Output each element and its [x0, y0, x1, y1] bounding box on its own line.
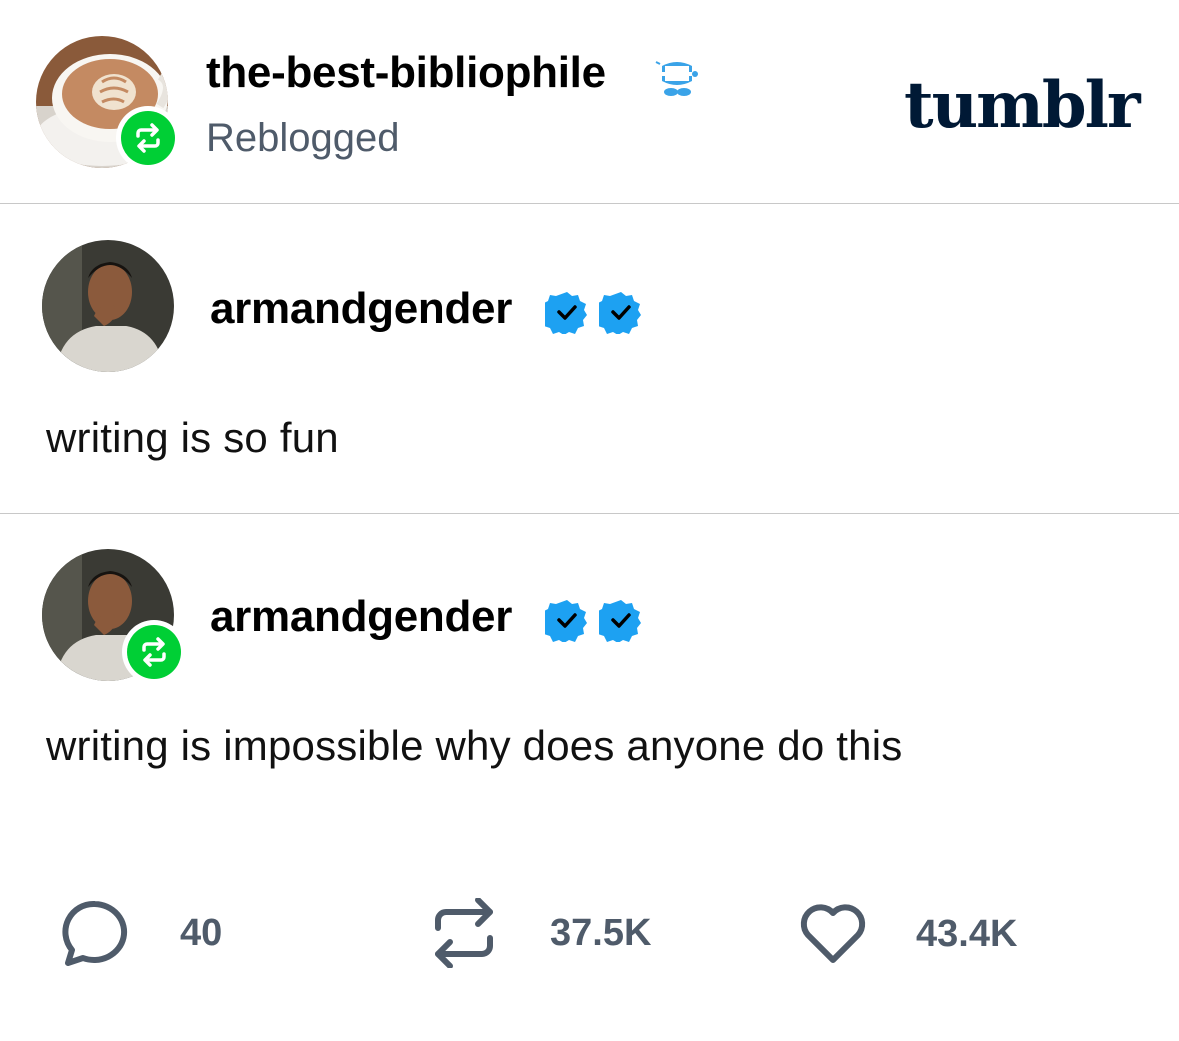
post-divider — [0, 513, 1179, 514]
reblogged-label: Reblogged — [206, 116, 400, 160]
post-1-username[interactable]: armandgender — [210, 284, 512, 334]
verified-badge-icon — [595, 598, 643, 643]
comment-button[interactable]: 40 — [60, 900, 222, 966]
reblog-icon — [432, 897, 496, 969]
post-2-username[interactable]: armandgender — [210, 592, 512, 642]
post-1-body: writing is so fun — [46, 414, 339, 461]
verified-badge-icon — [595, 290, 643, 335]
like-count: 43.4K — [916, 912, 1018, 955]
heart-icon — [798, 902, 868, 966]
post-2-body: writing is impossible why does anyone do… — [46, 722, 903, 769]
post-1-avatar[interactable] — [42, 240, 174, 372]
reblogger-username[interactable]: the-best-bibliophile — [206, 48, 606, 98]
tumblr-logo[interactable]: tumblr — [904, 68, 1141, 143]
reblog-badge — [116, 106, 180, 170]
reblog-icon — [121, 111, 175, 165]
header-divider — [0, 203, 1179, 204]
verified-badge-icon — [541, 598, 589, 643]
verified-badge-icon — [541, 290, 589, 335]
reblog-button[interactable]: 37.5K — [432, 897, 652, 969]
comment-count: 40 — [180, 911, 223, 954]
like-button[interactable]: 43.4K — [798, 902, 1017, 966]
reblog-icon — [127, 625, 181, 679]
reblog-count: 37.5K — [550, 911, 652, 954]
chattering-teeth-icon — [654, 54, 700, 100]
comment-icon — [60, 900, 130, 966]
reblog-badge — [122, 620, 186, 684]
